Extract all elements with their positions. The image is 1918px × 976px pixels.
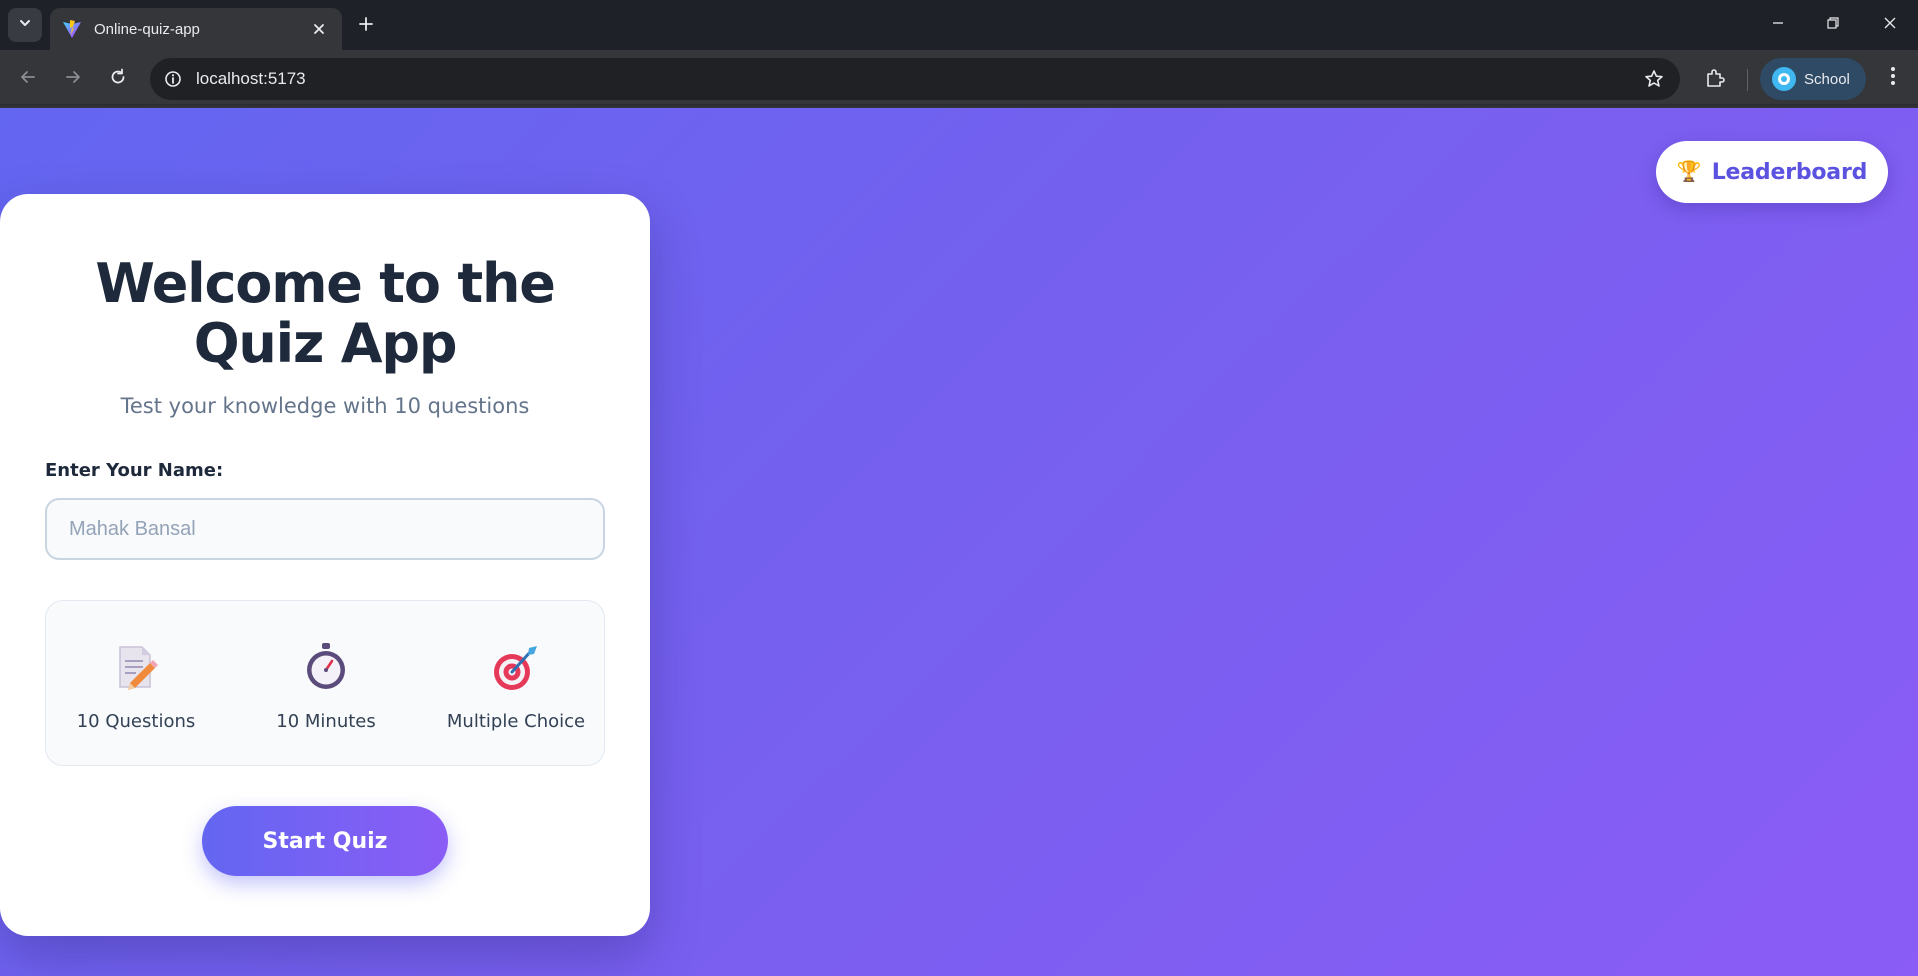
address-bar[interactable]: localhost:5173 <box>150 58 1680 100</box>
extensions-puzzle-icon[interactable] <box>1700 63 1730 93</box>
arrow-right-icon <box>64 68 82 91</box>
info-label-time: 10 Minutes <box>276 711 376 732</box>
new-tab-button[interactable] <box>352 12 380 40</box>
reload-icon <box>109 68 127 91</box>
reload-button[interactable] <box>103 64 133 94</box>
plus-icon <box>358 16 374 37</box>
chevron-down-icon <box>18 16 32 35</box>
page-viewport: 🏆 Leaderboard Welcome to the Quiz App Te… <box>0 108 1918 976</box>
bookmark-star-icon[interactable] <box>1642 67 1666 91</box>
restore-window-button[interactable] <box>1811 10 1855 40</box>
more-vertical-icon <box>1890 66 1896 91</box>
minimize-window-button[interactable] <box>1756 10 1800 40</box>
info-item-questions: 10 Questions <box>46 641 226 732</box>
arrow-left-icon <box>19 68 37 91</box>
leaderboard-button[interactable]: 🏆 Leaderboard <box>1656 141 1888 203</box>
leaderboard-label: Leaderboard <box>1711 159 1868 185</box>
forward-button[interactable] <box>58 64 88 94</box>
info-item-time: 10 Minutes <box>236 641 416 732</box>
info-label-format: Multiple Choice <box>446 711 586 732</box>
vite-favicon-icon <box>62 19 82 39</box>
name-input[interactable] <box>45 498 605 560</box>
name-label: Enter Your Name: <box>45 460 224 481</box>
welcome-card: Welcome to the Quiz App Test your knowle… <box>0 194 650 936</box>
target-icon <box>426 641 606 693</box>
page-title: Welcome to the Quiz App <box>95 252 556 375</box>
browser-tab-active[interactable]: Online-quiz-app <box>50 8 342 50</box>
minimize-icon <box>1771 16 1785 35</box>
restore-icon <box>1826 16 1840 35</box>
info-item-format: Multiple Choice <box>426 641 606 732</box>
url-text: localhost:5173 <box>196 69 306 88</box>
profile-button[interactable]: School <box>1760 58 1866 100</box>
info-label-questions: 10 Questions <box>76 711 196 732</box>
close-window-button[interactable] <box>1868 10 1912 40</box>
tab-search-button[interactable] <box>8 8 42 42</box>
page-subtitle: Test your knowledge with 10 questions <box>120 394 530 418</box>
profile-avatar-icon <box>1772 67 1796 91</box>
profile-label: School <box>1804 70 1850 88</box>
close-icon <box>1883 16 1897 35</box>
back-button[interactable] <box>13 64 43 94</box>
trophy-icon: 🏆 <box>1676 161 1702 183</box>
browser-toolbar: localhost:5173 School <box>0 50 1918 108</box>
browser-tab-strip: Online-quiz-app <box>0 0 1918 50</box>
memo-icon <box>46 641 226 693</box>
close-tab-icon[interactable] <box>308 18 330 40</box>
browser-menu-button[interactable] <box>1878 63 1908 93</box>
toolbar-shadow <box>0 104 1918 108</box>
start-quiz-button[interactable]: Start Quiz <box>202 806 448 876</box>
toolbar-divider <box>1747 69 1748 91</box>
quiz-info-box: 10 Questions 10 Minutes Multiple Choice <box>45 600 605 766</box>
stopwatch-icon <box>236 641 416 693</box>
tab-title: Online-quiz-app <box>94 20 200 38</box>
site-info-icon[interactable] <box>162 68 184 90</box>
